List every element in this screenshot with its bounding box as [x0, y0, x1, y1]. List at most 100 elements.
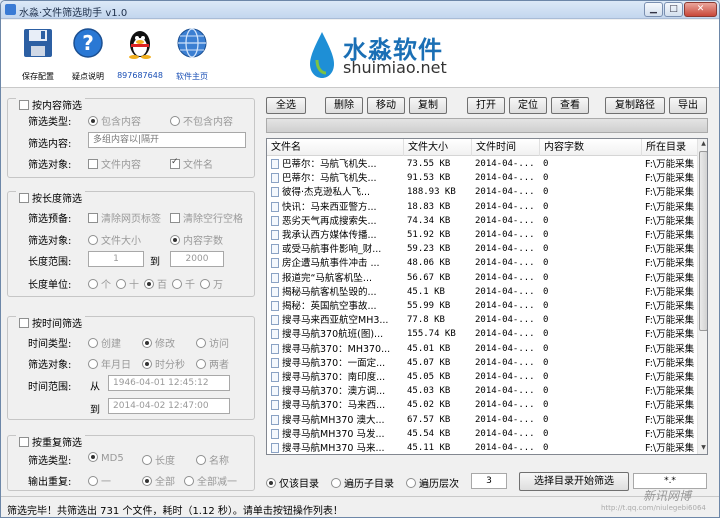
- content-input[interactable]: 多组内容以|隔开: [88, 132, 246, 148]
- table-row[interactable]: 搜寻马来西亚航空MH3... 77.8 KB 2014-04-... 0 F:\万能采集: [267, 313, 697, 328]
- column-header-size[interactable]: 文件大小: [404, 139, 472, 156]
- cell-text: F:\万能采集: [645, 400, 695, 412]
- clear-spaces-checkbox[interactable]: 清除空行空格: [170, 210, 243, 225]
- scroll-thumb[interactable]: [699, 151, 707, 331]
- locate-button[interactable]: 定位: [509, 97, 547, 114]
- start-filter-button[interactable]: 选择目录开始筛选: [519, 472, 629, 491]
- table-row[interactable]: 搜寻马航MH370 马来... 45.11 KB 2014-04-... 0 F:\万能…: [267, 441, 697, 454]
- table-row[interactable]: 搜寻马航MH370 澳大... 67.57 KB 2014-04-... 0 F:\万能…: [267, 413, 697, 428]
- table-row[interactable]: 彼得·杰克逊私人飞... 188.93 KB 2014-04-... 0 F:\万能采集: [267, 185, 697, 200]
- help-button[interactable]: ? 疑点说明: [63, 25, 113, 85]
- dup-md5-radio[interactable]: MD5: [88, 452, 124, 464]
- file-size-radio[interactable]: 文件大小: [88, 232, 141, 247]
- output-all-radio[interactable]: 全部: [142, 473, 175, 488]
- cell-chars: 0: [543, 299, 643, 314]
- checkbox[interactable]: [19, 100, 29, 110]
- recurse-levels-radio[interactable]: 遍历层次: [406, 475, 459, 490]
- homepage-button[interactable]: 软件主页: [167, 25, 217, 85]
- move-button[interactable]: 移动: [367, 97, 405, 114]
- dup-name-radio[interactable]: 名称: [196, 452, 229, 467]
- copy-path-button[interactable]: 复制路径: [605, 97, 665, 114]
- view-button[interactable]: 查看: [551, 97, 589, 114]
- select-all-button[interactable]: 全选: [266, 97, 306, 114]
- unit-radio-qian[interactable]: 千: [172, 276, 195, 291]
- cell-time: 2014-04-...: [475, 228, 541, 243]
- maximize-button[interactable]: □: [664, 2, 683, 17]
- output-one-radio[interactable]: 一: [88, 473, 111, 488]
- table-row[interactable]: 我承认西方媒体传播... 51.92 KB 2014-04-... 0 F:\万能采集: [267, 228, 697, 243]
- file-name-checkbox[interactable]: 文件名: [170, 156, 213, 171]
- checkbox[interactable]: [19, 318, 29, 328]
- unit-radio-shi[interactable]: 十: [116, 276, 139, 291]
- output-all-minus-one-radio[interactable]: 全部减一: [184, 473, 237, 488]
- column-header-dir[interactable]: 所在目录: [642, 139, 702, 156]
- dup-filter-toggle[interactable]: 按重复筛选: [16, 434, 85, 449]
- delete-button[interactable]: 删除: [325, 97, 363, 114]
- checkbox[interactable]: [19, 193, 29, 203]
- save-config-button[interactable]: 保存配置: [13, 25, 63, 85]
- table-row[interactable]: 报道完“马航客机坠... 56.67 KB 2014-04-... 0 F:\万能采集: [267, 271, 697, 286]
- group-title: 按内容筛选: [32, 101, 82, 112]
- table-row[interactable]: 搜寻马航370：MH370... 45.01 KB 2014-04-... 0 F:\万…: [267, 342, 697, 357]
- table-row[interactable]: 搜寻马航MH370 马发... 45.54 KB 2014-04-... 0 F:\万能…: [267, 427, 697, 442]
- recurse-subdirs-radio[interactable]: 遍历子目录: [331, 475, 394, 490]
- table-row[interactable]: 搜寻马航370：一面定... 45.07 KB 2014-04-... 0 F:\万能采…: [267, 356, 697, 371]
- table-row[interactable]: 巴蒂尔：马航飞机失... 73.55 KB 2014-04-... 0 F:\万能采集: [267, 157, 697, 172]
- scroll-down-icon[interactable]: ▼: [699, 443, 707, 453]
- time-filter-toggle[interactable]: 按时间筛选: [16, 315, 85, 330]
- time-type-create-radio[interactable]: 创建: [88, 335, 121, 350]
- table-row[interactable]: 揭秘：英国航空事故... 55.99 KB 2014-04-... 0 F:\万能采集: [267, 299, 697, 314]
- qq-contact-button[interactable]: 897687648: [115, 25, 165, 85]
- unit-radio-bai[interactable]: 百: [144, 276, 167, 291]
- time-type-access-radio[interactable]: 访问: [196, 335, 229, 350]
- unit-radio-wan[interactable]: 万: [200, 276, 223, 291]
- cell-name: 快讯：马来西亚警方...: [271, 200, 403, 215]
- close-button[interactable]: ✕: [684, 2, 717, 17]
- vertical-scrollbar[interactable]: ▲ ▼: [697, 139, 707, 454]
- levels-input[interactable]: 3: [471, 473, 507, 489]
- cell-text: 73.55 KB: [407, 159, 451, 169]
- scroll-up-icon[interactable]: ▲: [699, 139, 707, 149]
- unit-radio-ge[interactable]: 个: [88, 276, 111, 291]
- table-row[interactable]: 搜寻马航370：南印度... 45.05 KB 2014-04-... 0 F:\万能采…: [267, 370, 697, 385]
- table-row[interactable]: 恶劣天气再成搜索失... 74.34 KB 2014-04-... 0 F:\万能采集: [267, 214, 697, 229]
- column-header-chars[interactable]: 内容字数: [540, 139, 642, 156]
- clear-tags-checkbox[interactable]: 清除网页标签: [88, 210, 161, 225]
- time-target-time-radio[interactable]: 时分秒: [142, 356, 185, 371]
- table-row[interactable]: 搜寻马航370：澳方调... 45.03 KB 2014-04-... 0 F:\万能采…: [267, 384, 697, 399]
- table-row[interactable]: 揭秘马航客机坠毁的... 45.1 KB 2014-04-... 0 F:\万能采集: [267, 285, 697, 300]
- copy-button[interactable]: 复制: [409, 97, 447, 114]
- cell-text: 快讯：马来西亚警方...: [282, 201, 377, 213]
- time-target-date-radio[interactable]: 年月日: [88, 356, 131, 371]
- cell-dir: F:\万能采集: [645, 171, 699, 186]
- checkbox[interactable]: [19, 437, 29, 447]
- time-from-picker[interactable]: 1946-04-01 12:45:12: [108, 375, 230, 391]
- minimize-button[interactable]: ▁: [644, 2, 663, 17]
- table-row[interactable]: 搜寻马航370：马来西... 45.02 KB 2014-04-... 0 F:\万能采…: [267, 398, 697, 413]
- table-row[interactable]: 搜寻马航370航班(图)... 155.74 KB 2014-04-... 0 F:\万…: [267, 327, 697, 342]
- content-filter-toggle[interactable]: 按内容筛选: [16, 97, 85, 112]
- time-type-modify-radio[interactable]: 修改: [142, 335, 175, 350]
- table-row[interactable]: 快讯：马来西亚警方... 18.83 KB 2014-04-... 0 F:\万能采集: [267, 200, 697, 215]
- time-to-picker[interactable]: 2014-04-02 12:47:00: [108, 398, 230, 414]
- column-header-time[interactable]: 文件时间: [472, 139, 540, 156]
- field-label: 长度单位:: [28, 280, 72, 291]
- dup-length-radio[interactable]: 长度: [142, 452, 175, 467]
- exclude-radio[interactable]: 不包含内容: [170, 113, 233, 128]
- time-target-both-radio[interactable]: 两者: [196, 356, 229, 371]
- table-row[interactable]: 或受马航事件影响_财... 59.23 KB 2014-04-... 0 F:\万能采集: [267, 242, 697, 257]
- length-filter-toggle[interactable]: 按长度筛选: [16, 190, 85, 205]
- this-dir-only-radio[interactable]: 仅该目录: [266, 475, 319, 490]
- open-button[interactable]: 打开: [467, 97, 505, 114]
- export-button[interactable]: 导出: [669, 97, 707, 114]
- length-from-input[interactable]: 1: [88, 251, 144, 267]
- table-row[interactable]: 巴蒂尔：马航飞机失... 91.53 KB 2014-04-... 0 F:\万能采集: [267, 171, 697, 186]
- file-content-checkbox[interactable]: 文件内容: [88, 156, 141, 171]
- length-to-input[interactable]: 2000: [170, 251, 224, 267]
- cell-text: F:\万能采集: [645, 315, 695, 327]
- include-radio[interactable]: 包含内容: [88, 113, 141, 128]
- file-list[interactable]: 文件名 文件大小 文件时间 内容字数 所在目录 巴蒂尔：马航飞机失... 73.5…: [266, 138, 708, 455]
- content-chars-radio[interactable]: 内容字数: [170, 232, 223, 247]
- column-header-name[interactable]: 文件名: [267, 139, 404, 156]
- table-row[interactable]: 房企遭马航事件冲击 ... 48.06 KB 2014-04-... 0 F:\万能采集: [267, 256, 697, 271]
